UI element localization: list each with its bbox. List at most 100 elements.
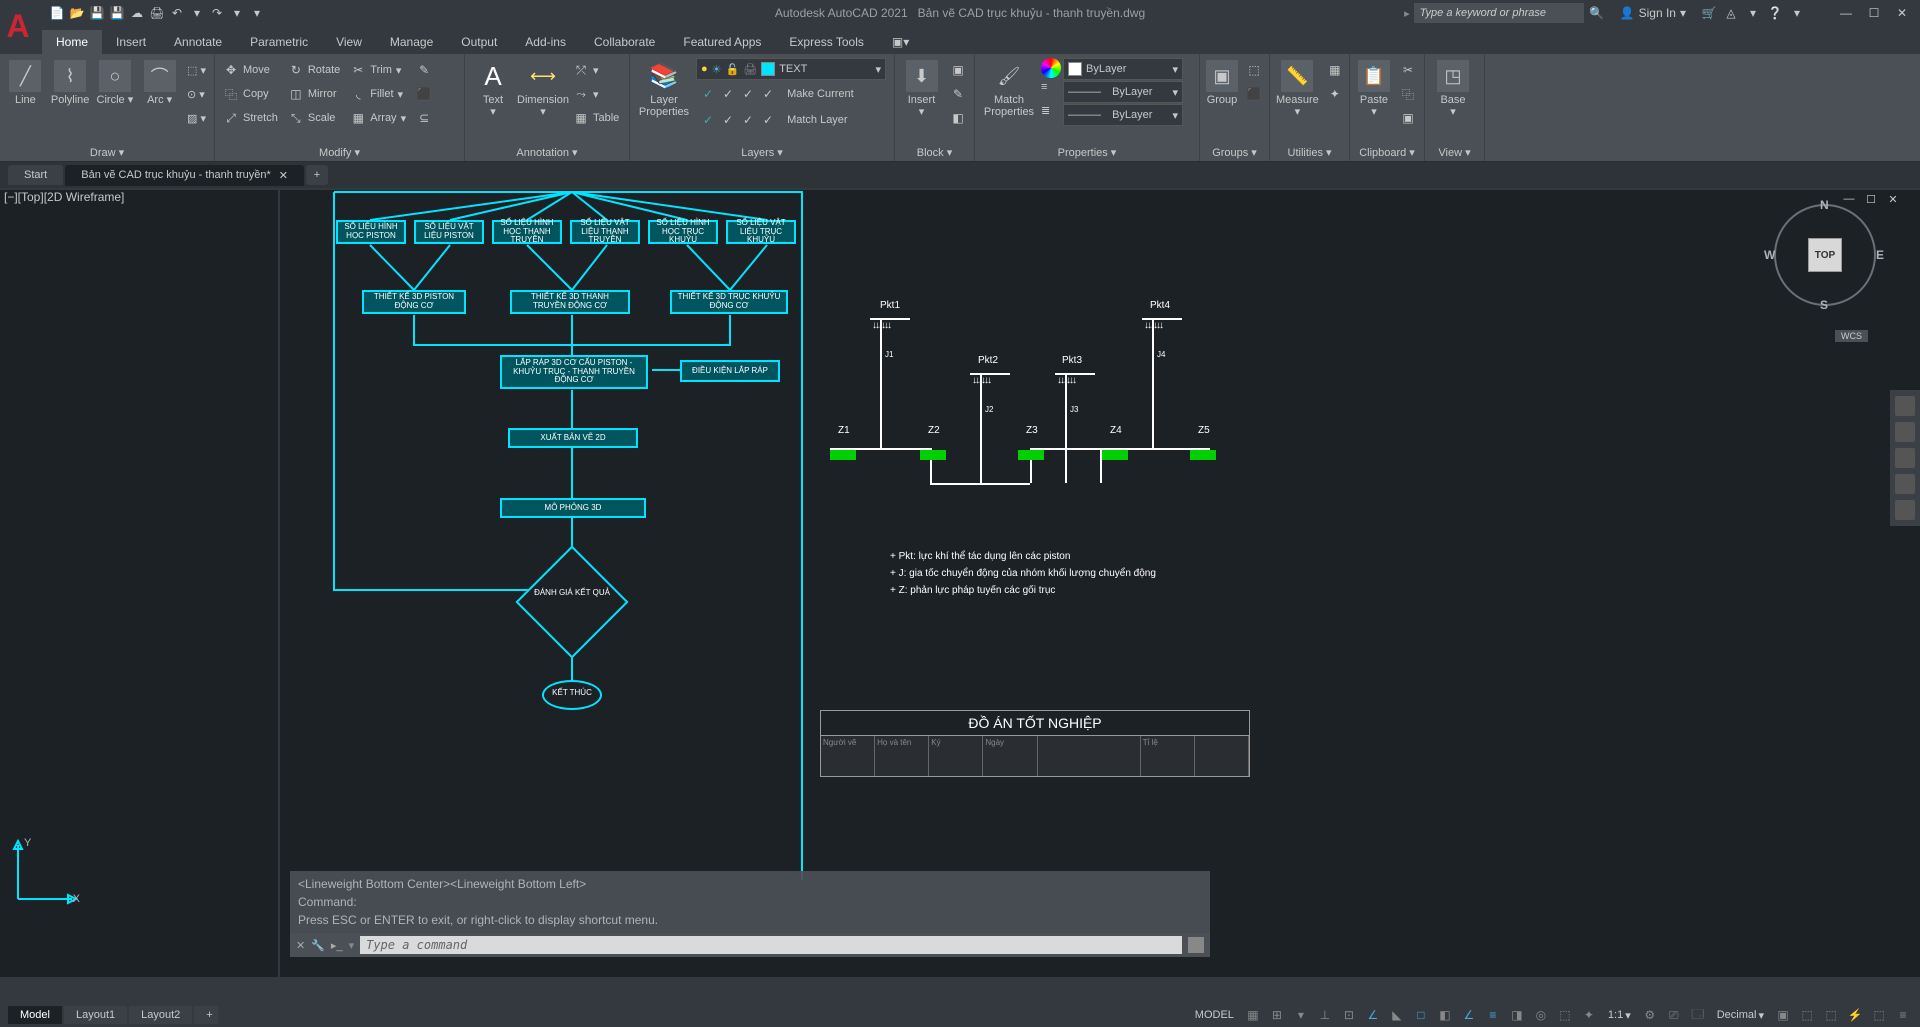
hw-accel-icon[interactable]: ⚡ (1844, 1005, 1866, 1025)
nav-orbit-icon[interactable] (1895, 474, 1915, 494)
qp2-icon[interactable]: ▣ (1772, 1005, 1794, 1025)
osnap-icon[interactable]: □ (1410, 1005, 1432, 1025)
layout-tab-add[interactable]: + (194, 1006, 218, 1024)
color-dropdown[interactable]: ByLayer▾ (1063, 58, 1183, 80)
anno-scale[interactable]: 1:1 ▾ (1602, 1007, 1637, 1024)
file-tab-current[interactable]: Bản vẽ CAD trục khuỷu - thanh truyền*✕ (65, 165, 304, 186)
customize-icon[interactable]: ≡ (1892, 1005, 1914, 1025)
signin-button[interactable]: 👤 Sign In ▾ (1610, 6, 1696, 20)
match-layer-button[interactable]: ✓✓✓✓ Match Layer (696, 108, 886, 132)
offset-button[interactable]: ⊆ (412, 106, 436, 130)
units-dropdown[interactable]: Decimal ▾ (1711, 1007, 1770, 1024)
layout-tab-2[interactable]: Layout2 (129, 1006, 192, 1024)
lw-icon[interactable]: ≡ (1041, 81, 1061, 103)
qp-icon[interactable]: 🗔 (1687, 1005, 1709, 1025)
qat-redo-arrow-icon[interactable]: ▾ (228, 4, 246, 22)
drawing-canvas[interactable]: [−][Top][2D Wireframe] — ☐ ✕ TOP N E S W… (0, 190, 1920, 977)
vp-maximize-icon[interactable]: ☐ (1864, 192, 1878, 206)
cycle-icon[interactable]: ◎ (1530, 1005, 1552, 1025)
measure-button[interactable]: 📏Measure▾ (1274, 58, 1321, 120)
line-button[interactable]: ╱Line (4, 58, 47, 108)
fillet-button[interactable]: ◟Fillet ▾ (346, 82, 410, 106)
rotate-button[interactable]: ↻Rotate (284, 58, 344, 82)
tab-view[interactable]: View (322, 30, 376, 54)
leader-button[interactable]: ⤱▾ (569, 58, 623, 82)
qat-save-icon[interactable]: 💾 (88, 4, 106, 22)
chevron-down-icon[interactable]: ▾ (1788, 4, 1806, 22)
draw-more1[interactable]: ⬚ ▾ (183, 58, 210, 82)
ann2-icon[interactable]: ✦ (1578, 1005, 1600, 1025)
help-search-input[interactable]: Type a keyword or phrase (1414, 3, 1584, 23)
search-icon[interactable]: 🔍 (1588, 4, 1606, 22)
group-btn2[interactable]: ⬛ (1242, 82, 1266, 106)
ucs-icon[interactable]: Y X (10, 837, 80, 907)
util-btn1[interactable]: ▦ (1323, 58, 1347, 82)
current-layer-dropdown[interactable]: ● ☀ 🔓 🖨 TEXT▾ (696, 58, 886, 80)
block-btn3[interactable]: ◧ (946, 106, 970, 130)
table-button[interactable]: ▦Table (569, 106, 623, 130)
util-btn2[interactable]: ✦ (1323, 82, 1347, 106)
splitter[interactable] (278, 190, 280, 977)
block-btn1[interactable]: ▣ (946, 58, 970, 82)
base-button[interactable]: ◳Base▾ (1429, 58, 1477, 120)
tab-manage[interactable]: Manage (376, 30, 447, 54)
draw-more2[interactable]: ⊙ ▾ (183, 82, 210, 106)
text-button[interactable]: AText▾ (469, 58, 517, 120)
wcs-label[interactable]: WCS (1835, 330, 1868, 342)
make-current-button[interactable]: ✓✓✓✓ Make Current (696, 82, 886, 106)
group-btn1[interactable]: ⬚ (1242, 58, 1266, 82)
move-button[interactable]: ✥Move (219, 58, 282, 82)
command-input[interactable]: Type a command (360, 936, 1182, 954)
trim-button[interactable]: ✂Trim ▾ (346, 58, 410, 82)
ws-icon[interactable]: ⚙ (1639, 1005, 1661, 1025)
iso-clean-icon[interactable]: ⬚ (1868, 1005, 1890, 1025)
transp-icon[interactable]: ◨ (1506, 1005, 1528, 1025)
viewport-label[interactable]: [−][Top][2D Wireframe] (4, 190, 124, 204)
tab-addins[interactable]: Add-ins (511, 30, 580, 54)
maximize-button[interactable]: ☐ (1862, 1, 1886, 25)
3dosnap-icon[interactable]: ◧ (1434, 1005, 1456, 1025)
viewcube-s[interactable]: S (1820, 298, 1828, 312)
nav-showmotion-icon[interactable] (1895, 500, 1915, 520)
sb-btn-b[interactable]: ⬚ (1820, 1005, 1842, 1025)
qat-saveas-icon[interactable]: 💾 (108, 4, 126, 22)
otrack-icon[interactable]: ∠ (1458, 1005, 1480, 1025)
infer-icon[interactable]: ⊥ (1314, 1005, 1336, 1025)
lt-icon[interactable]: ≣ (1041, 104, 1061, 126)
autodesk-icon[interactable]: ◬ (1722, 4, 1740, 22)
minimize-button[interactable]: — (1834, 1, 1858, 25)
viewcube-face[interactable]: TOP (1808, 238, 1842, 272)
mirror-button[interactable]: ◫Mirror (284, 82, 344, 106)
array-button[interactable]: ▦Array ▾ (346, 106, 410, 130)
close-button[interactable]: ✕ (1890, 1, 1914, 25)
insert-button[interactable]: ⬇Insert▾ (899, 58, 944, 120)
tab-parametric[interactable]: Parametric (236, 30, 322, 54)
snap2-icon[interactable]: ▾ (1290, 1005, 1312, 1025)
tab-collaborate[interactable]: Collaborate (580, 30, 669, 54)
layout-tab-1[interactable]: Layout1 (64, 1006, 127, 1024)
group-button[interactable]: ▣Group (1204, 58, 1240, 108)
help-icon[interactable]: ❔ (1766, 4, 1784, 22)
snap-toggle-icon[interactable]: ⊞ (1266, 1005, 1288, 1025)
viewcube[interactable]: TOP N E S W WCS (1770, 200, 1880, 310)
lineweight-dropdown[interactable]: ——— ByLayer▾ (1063, 81, 1183, 103)
tab-output[interactable]: Output (447, 30, 511, 54)
qat-web-icon[interactable]: ☁ (128, 4, 146, 22)
erase-button[interactable]: ✎ (412, 58, 436, 82)
model-space-button[interactable]: MODEL (1189, 1007, 1240, 1023)
explode-button[interactable]: ⬛ (412, 82, 436, 106)
leader2-button[interactable]: ⤳▾ (569, 82, 623, 106)
stretch-button[interactable]: ⤢Stretch (219, 106, 282, 130)
lwt-icon[interactable]: ≡ (1482, 1005, 1504, 1025)
nav-zoom-icon[interactable] (1895, 448, 1915, 468)
circle-button[interactable]: ○Circle ▾ (94, 58, 137, 108)
match-properties-button[interactable]: 🖌MatchProperties (979, 58, 1039, 120)
linetype-dropdown[interactable]: ——— ByLayer▾ (1063, 104, 1183, 126)
vp-close-icon[interactable]: ✕ (1886, 192, 1900, 206)
file-tab-start[interactable]: Start (8, 165, 63, 185)
dimension-button[interactable]: ⟷Dimension▾ (519, 58, 567, 120)
cut-button[interactable]: ✂ (1396, 58, 1420, 82)
command-window[interactable]: <Lineweight Bottom Center><Lineweight Bo… (290, 871, 1210, 957)
tab-express-tools[interactable]: Express Tools (775, 30, 877, 54)
ortho-icon[interactable]: ⊡ (1338, 1005, 1360, 1025)
